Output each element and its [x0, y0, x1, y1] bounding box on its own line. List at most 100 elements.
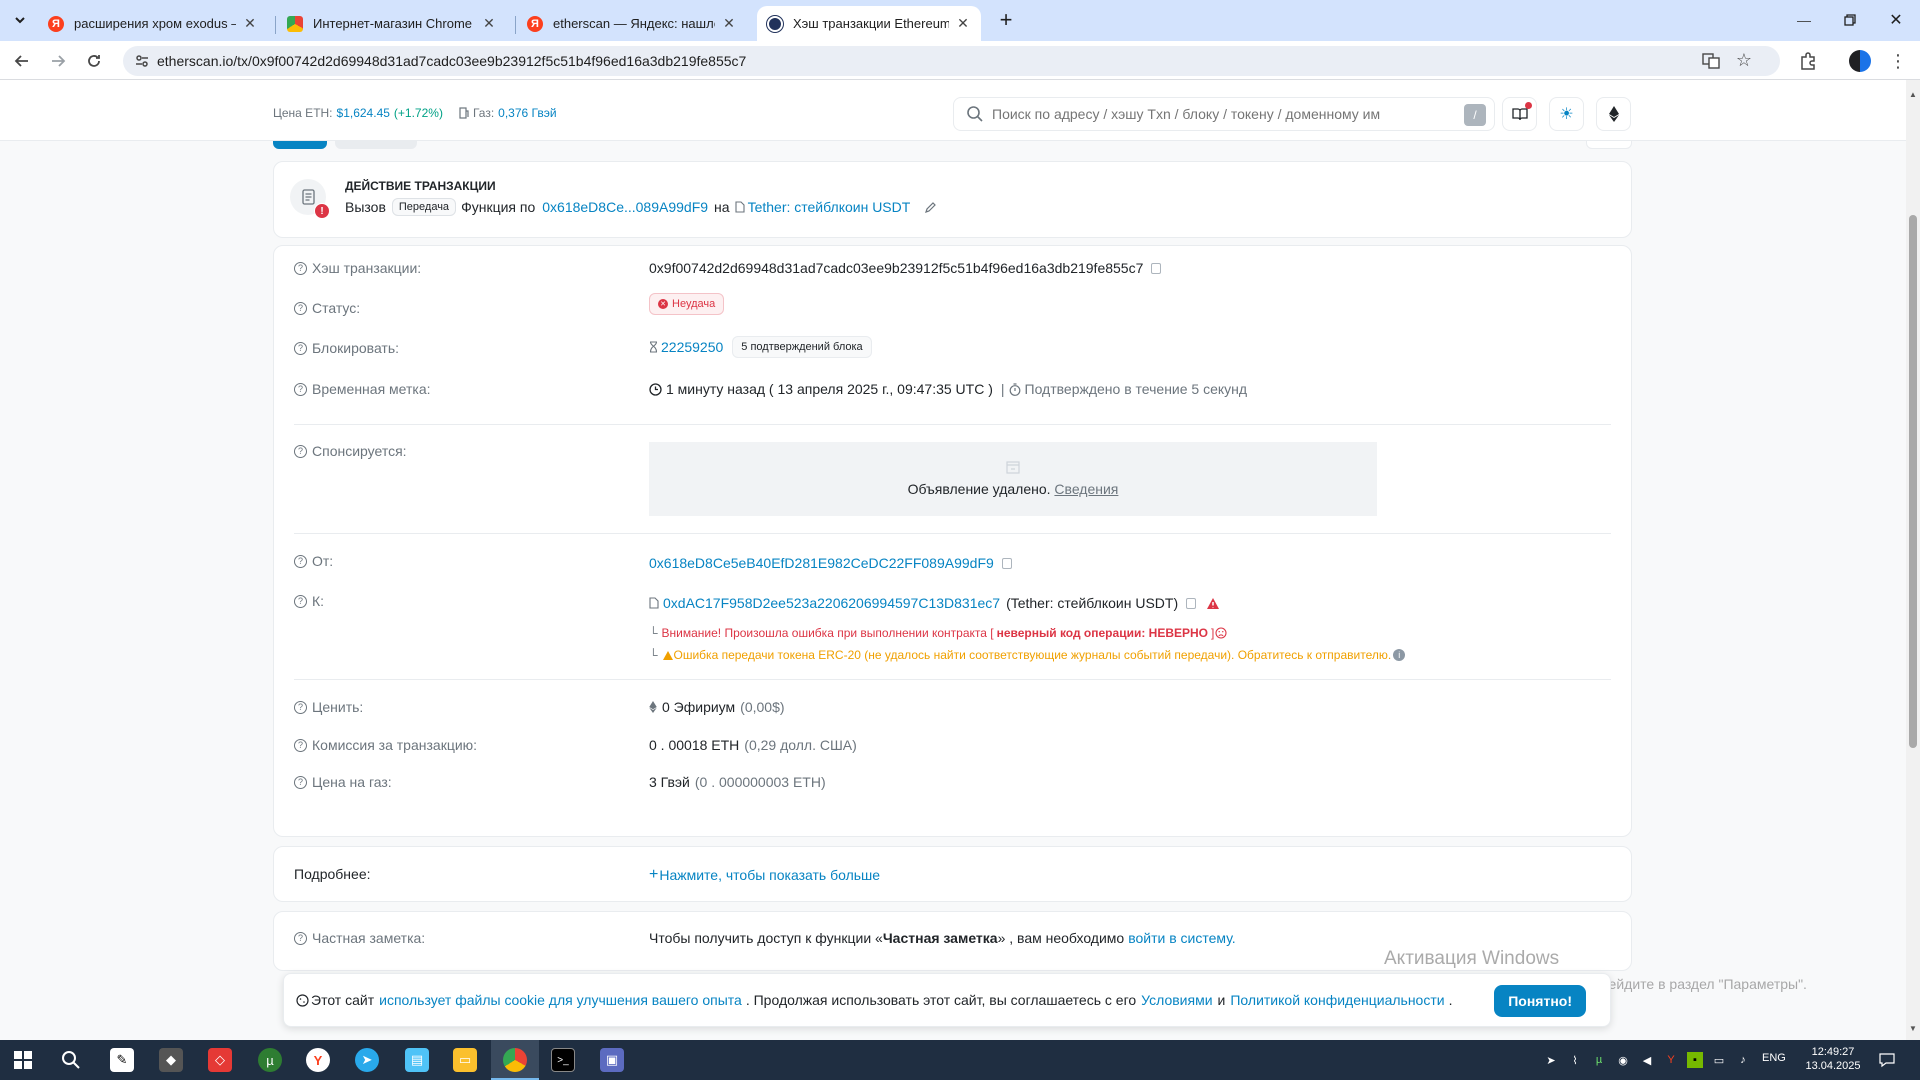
- tray-network-icon[interactable]: ▭: [1711, 1052, 1727, 1068]
- page-scrollbar[interactable]: ▲ ▼: [1906, 80, 1920, 1040]
- show-more-toggle[interactable]: + Нажмите, чтобы показать больше: [649, 866, 880, 884]
- to-address-link[interactable]: 0xdAC17F958D2ee523a2206206994597C13D831e…: [663, 595, 1000, 611]
- new-tab-icon[interactable]: +: [994, 7, 1018, 32]
- tray-telegram-icon[interactable]: ➤: [1543, 1052, 1559, 1068]
- scroll-down-arrow-icon[interactable]: ▼: [1909, 1024, 1917, 1033]
- book-icon[interactable]: [1502, 97, 1537, 131]
- to-value: 0xdAC17F958D2ee523a2206206994597C13D831e…: [649, 595, 1220, 611]
- close-tab-icon[interactable]: ✕: [955, 15, 971, 32]
- bookmark-star-icon[interactable]: ☆: [1736, 50, 1752, 71]
- help-question-icon[interactable]: ?: [294, 931, 307, 945]
- site-search-box[interactable]: /: [953, 97, 1495, 131]
- yandex-browser-icon[interactable]: Y: [306, 1048, 330, 1072]
- transaction-action-card: ! ДЕЙСТВИЕ ТРАНЗАКЦИИ Вызов Передача Фун…: [273, 161, 1632, 238]
- forward-arrow-icon[interactable]: [46, 49, 70, 73]
- browser-tab[interactable]: Я расширения хром exodus — Я ✕: [38, 6, 268, 41]
- eth-price-link[interactable]: $1,624.45: [337, 106, 390, 120]
- tab-logs[interactable]: [335, 141, 417, 149]
- extensions-puzzle-icon[interactable]: [1796, 49, 1820, 73]
- tab-divider: [515, 16, 516, 34]
- reload-icon[interactable]: [82, 49, 106, 73]
- search-icon[interactable]: [59, 1048, 83, 1072]
- help-question-icon[interactable]: ?: [294, 700, 307, 714]
- copy-icon[interactable]: [1186, 597, 1197, 609]
- windows-start-icon[interactable]: [11, 1048, 35, 1072]
- tray-yandex-icon[interactable]: Y: [1663, 1052, 1679, 1068]
- show-more-link[interactable]: Нажмите, чтобы показать больше: [659, 867, 880, 883]
- block-number-link[interactable]: 22259250: [661, 339, 723, 355]
- minimize-icon[interactable]: —: [1792, 8, 1816, 32]
- sketch-app-icon[interactable]: ✎: [110, 1048, 134, 1072]
- telegram-icon[interactable]: ➤: [355, 1048, 379, 1072]
- login-link[interactable]: войти в систему.: [1128, 930, 1235, 946]
- address-bar[interactable]: etherscan.io/tx/0x9f00742d2d69948d31ad7c…: [123, 46, 1780, 76]
- close-tab-icon[interactable]: ✕: [721, 15, 737, 32]
- site-info-icon[interactable]: [135, 54, 149, 71]
- close-tab-icon[interactable]: ✕: [242, 15, 258, 32]
- help-question-icon[interactable]: ?: [294, 341, 307, 355]
- app-icon[interactable]: ▣: [600, 1048, 624, 1072]
- tray-utorrent-icon[interactable]: µ: [1591, 1052, 1607, 1068]
- chrome-taskbar-active[interactable]: [491, 1040, 539, 1080]
- tray-app-icon[interactable]: ⌇: [1567, 1052, 1583, 1068]
- tray-nvidia-icon[interactable]: ▪: [1687, 1052, 1703, 1068]
- terminal-icon[interactable]: >_: [551, 1048, 575, 1072]
- tab-overview[interactable]: [273, 141, 327, 149]
- contract-error-message: └ Внимание! Произошла ошибка при выполне…: [649, 626, 1227, 640]
- help-question-icon[interactable]: ?: [294, 775, 307, 789]
- more-options-button[interactable]: [1586, 141, 1632, 149]
- gas-value-link[interactable]: 0,376 Гвэй: [498, 106, 556, 120]
- tab-search-icon[interactable]: [8, 8, 32, 32]
- restore-window-icon[interactable]: [1838, 8, 1862, 32]
- tray-sound-icon[interactable]: ◀: [1639, 1052, 1655, 1068]
- utorrent-icon[interactable]: µ: [258, 1048, 282, 1072]
- scrollbar-thumb[interactable]: [1909, 215, 1917, 748]
- help-question-icon[interactable]: ?: [294, 301, 307, 315]
- copy-icon[interactable]: [1151, 262, 1162, 274]
- chrome-menu-icon[interactable]: ⋮: [1886, 49, 1910, 73]
- help-question-icon[interactable]: ?: [294, 444, 307, 458]
- cookie-policy-link[interactable]: использует файлы cookie для улучшения ва…: [379, 992, 742, 1008]
- theme-sun-icon[interactable]: ☀: [1549, 97, 1584, 131]
- tray-steam-icon[interactable]: ◉: [1615, 1052, 1631, 1068]
- help-question-icon[interactable]: ?: [294, 382, 307, 396]
- close-window-icon[interactable]: ✕: [1884, 8, 1908, 32]
- privacy-policy-link[interactable]: Политикой конфиденциальности: [1230, 992, 1444, 1008]
- terms-link[interactable]: Условиями: [1141, 992, 1212, 1008]
- url-text[interactable]: etherscan.io/tx/0x9f00742d2d69948d31ad7c…: [157, 53, 746, 69]
- copy-icon[interactable]: [1001, 557, 1012, 569]
- close-tab-icon[interactable]: ✕: [481, 15, 497, 32]
- browser-tab[interactable]: Интернет-магазин Chrome – Р ✕: [277, 6, 507, 41]
- site-search-input[interactable]: [992, 106, 1412, 122]
- help-question-icon[interactable]: ?: [294, 554, 307, 568]
- action-from-address-link[interactable]: 0x618eD8Ce...089A99dF9: [542, 199, 708, 215]
- translate-icon[interactable]: [1702, 52, 1720, 73]
- help-question-icon[interactable]: ?: [294, 594, 307, 608]
- from-address-link[interactable]: 0x618eD8Ce5eB40EfD281E982CeDC22FF089A99d…: [649, 555, 994, 571]
- contract-name-link[interactable]: Tether: стейблкоин USDT: [748, 199, 911, 215]
- eth-price-change: (+1.72%): [393, 106, 443, 120]
- clock[interactable]: 12:49:27 13.04.2025: [1802, 1045, 1864, 1073]
- notepad-icon[interactable]: ▤: [405, 1048, 429, 1072]
- tray-volume-icon[interactable]: ♪: [1735, 1052, 1751, 1068]
- block-confirmations-badge: 5 подтверждений блока: [732, 336, 872, 358]
- help-question-icon[interactable]: ?: [294, 738, 307, 752]
- language-indicator[interactable]: ENG: [1762, 1052, 1786, 1064]
- scroll-up-arrow-icon[interactable]: ▲: [1909, 90, 1917, 99]
- timestamp-text: 1 минуту назад ( 13 апреля 2025 г., 09:4…: [666, 381, 993, 397]
- ethereum-network-icon[interactable]: [1596, 97, 1631, 131]
- notifications-icon[interactable]: [1878, 1051, 1896, 1069]
- game-app-icon[interactable]: ◆: [159, 1048, 183, 1072]
- browser-tab-active[interactable]: Хэш транзакции Ethereum: 0x9 ✕: [757, 6, 981, 41]
- tab-title: etherscan — Яндекс: нашлось: [553, 16, 715, 31]
- back-arrow-icon[interactable]: [10, 49, 34, 73]
- browser-tab[interactable]: Я etherscan — Яндекс: нашлось ✕: [517, 6, 747, 41]
- file-explorer-icon[interactable]: ▭: [453, 1048, 477, 1072]
- help-question-icon[interactable]: ?: [294, 261, 307, 275]
- accept-cookies-button[interactable]: Понятно!: [1494, 985, 1586, 1017]
- edit-pencil-icon[interactable]: [924, 201, 937, 214]
- profile-avatar-icon[interactable]: [1848, 49, 1872, 73]
- anydesk-icon[interactable]: ◇: [208, 1048, 232, 1072]
- ad-details-link[interactable]: Сведения: [1054, 481, 1118, 497]
- info-icon[interactable]: i: [1393, 649, 1406, 661]
